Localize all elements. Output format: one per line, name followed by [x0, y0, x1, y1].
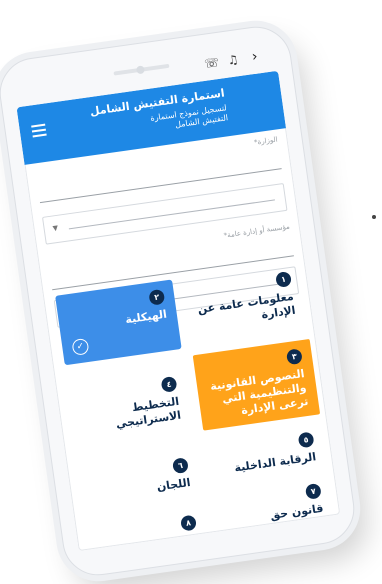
phone-icon[interactable]: ☏ [203, 55, 220, 71]
section-number: ٧ [304, 482, 322, 500]
section-label: التخطيط الاستراتيجي [115, 394, 182, 431]
section-label: قانون حق الوصول الى المعلومات [260, 501, 329, 550]
section-number: ٦ [171, 457, 189, 475]
scene: استمارة التفتيش الشامل لتسجيل نموذج استم… [0, 0, 382, 584]
section-number: ٣ [285, 348, 303, 366]
check-circle-icon: ✓ [71, 337, 90, 356]
section-number: ٤ [160, 375, 178, 393]
hamburger-menu-icon[interactable] [31, 123, 47, 138]
status-icons: ☏ ♫ › [203, 48, 263, 71]
section-tile-1[interactable]: ١ معلومات عامة عن الإدارة [182, 262, 309, 348]
app-screen: استمارة التفتيش الشامل لتسجيل نموذج استم… [16, 70, 341, 552]
section-number: ٢ [148, 288, 166, 306]
section-label: الإدارة المالية [125, 533, 200, 552]
caret-down-icon: ▼ [52, 223, 59, 233]
chevron-right-icon[interactable]: › [247, 48, 263, 65]
section-number: ١ [275, 270, 293, 288]
bell-icon[interactable]: ♫ [225, 52, 241, 68]
section-label: الهيكلية [124, 307, 168, 327]
section-tile-4[interactable]: ٤ التخطيط الاستراتيجي [67, 367, 194, 453]
section-tile-2[interactable]: ٢ الهيكلية ✓ [55, 279, 182, 366]
section-number: ٥ [297, 431, 315, 449]
section-label: معلومات عامة عن الإدارة [196, 289, 297, 322]
phone-camera [135, 65, 145, 75]
phone-frame: استمارة التفتيش الشامل لتسجيل نموذج استم… [0, 22, 359, 580]
decorative-dot [372, 215, 376, 219]
section-label: الرقابة الداخلية [233, 450, 317, 475]
section-tile-3[interactable]: ٣ النصوص القانونية والتنظيمية التي ترعى … [192, 338, 321, 431]
section-label: النصوص القانونية والتنظيمية التي ترعى ال… [209, 367, 310, 418]
select-underline [68, 199, 275, 230]
section-number: ٨ [180, 514, 197, 532]
section-label: اللجان [155, 475, 192, 494]
